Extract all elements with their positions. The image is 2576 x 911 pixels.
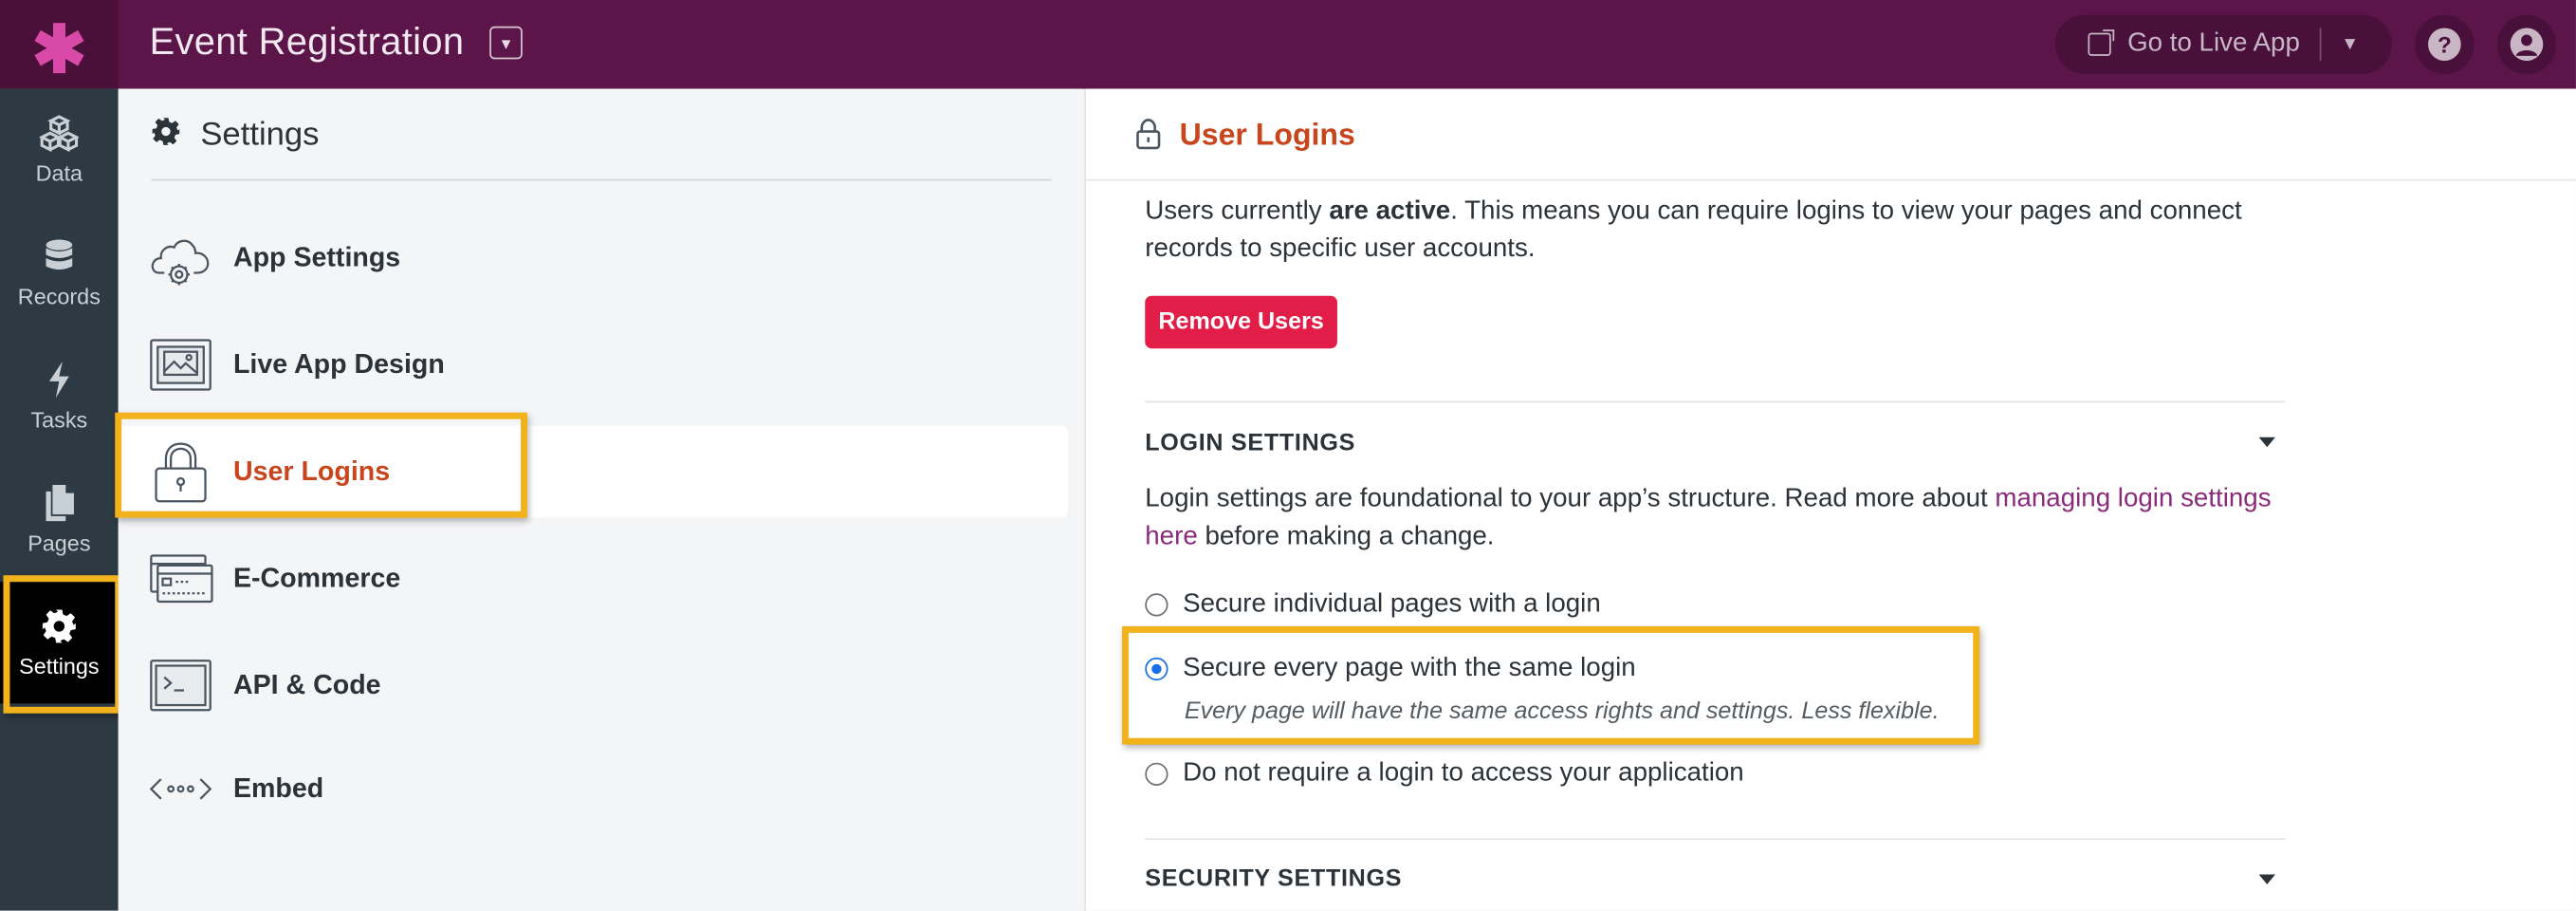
rail-item-label: Data	[35, 160, 83, 186]
user-logins-content: User Logins Users currently are active. …	[1085, 88, 2576, 911]
radio-button[interactable]	[1145, 593, 1168, 617]
app-logo[interactable]: ✱	[0, 0, 119, 89]
settings-item-live-app-design[interactable]: Live App Design	[119, 319, 1084, 411]
settings-item-embed[interactable]: Embed	[119, 743, 1084, 835]
remove-users-button[interactable]: Remove Users	[1145, 295, 1337, 349]
settings-item-label: Live App Design	[232, 349, 445, 380]
collapse-caret-icon[interactable]	[2258, 874, 2275, 884]
image-frame-icon	[150, 339, 212, 391]
settings-item-e-commerce[interactable]: E-Commerce	[119, 532, 1084, 624]
description-text: Login settings are foundational to your …	[1145, 484, 1996, 513]
caret-down-icon[interactable]: ▼	[2341, 34, 2359, 54]
settings-item-label: App Settings	[232, 242, 401, 272]
description-text-end: before making a change.	[1197, 522, 1495, 551]
top-bar: ✱ Event Registration ▾ Go to Live App ▼ …	[0, 0, 2576, 89]
gear-icon	[151, 117, 180, 155]
credit-card-icon	[150, 554, 213, 604]
go-to-live-app-label: Go to Live App	[2127, 29, 2300, 58]
option-secure-individual-pages[interactable]: Secure individual pages with a login	[1145, 589, 1601, 620]
login-settings-heading[interactable]: LOGIN SETTINGS	[1145, 431, 1355, 457]
users-status-text: Users currently are active. This means y…	[1145, 193, 2294, 269]
option-label: Do not require a login to access your ap…	[1183, 759, 1744, 788]
settings-highlight-box	[3, 575, 122, 714]
settings-panel-header: Settings	[151, 117, 319, 155]
padlock-icon	[1136, 119, 1161, 150]
external-link-icon	[2088, 29, 2115, 56]
left-nav-rail: Data Records Tasks Pages Settings	[0, 88, 119, 911]
cloud-gear-icon	[151, 239, 210, 286]
account-button[interactable]	[2496, 14, 2557, 74]
terminal-icon	[150, 660, 212, 712]
status-prefix: Users currently	[1145, 196, 1330, 226]
asterisk-logo-icon: ✱	[31, 14, 87, 87]
secure-every-page-highlight-box	[1122, 625, 1980, 745]
settings-panel-title: Settings	[200, 116, 320, 154]
collapse-caret-icon[interactable]	[2258, 437, 2275, 448]
help-icon: ?	[2428, 28, 2461, 62]
radio-button[interactable]	[1145, 762, 1168, 786]
button-divider	[2319, 28, 2322, 62]
login-settings-description: Login settings are foundational to your …	[1145, 480, 2294, 556]
chevron-down-icon: ▾	[501, 33, 511, 54]
settings-item-label: Embed	[232, 772, 324, 804]
user-logins-highlight-box	[115, 412, 528, 518]
divider	[151, 178, 1052, 181]
divider	[1145, 838, 2286, 841]
embed-code-icon	[149, 778, 212, 800]
go-to-live-app-button[interactable]: Go to Live App ▼	[2054, 14, 2392, 74]
content-header: User Logins	[1085, 88, 2576, 181]
lightning-icon	[45, 359, 74, 401]
app-switcher-dropdown[interactable]: ▾	[489, 26, 523, 60]
content-title: User Logins	[1179, 116, 1355, 152]
rail-item-records[interactable]: Records	[0, 212, 119, 333]
divider	[1145, 400, 2286, 403]
status-bold: are active	[1329, 196, 1451, 226]
cubes-icon	[39, 112, 80, 155]
rail-item-label: Pages	[28, 530, 91, 556]
rail-item-pages[interactable]: Pages	[0, 458, 119, 580]
security-settings-heading[interactable]: SECURITY SETTINGS	[1145, 866, 1402, 893]
option-label: Secure individual pages with a login	[1183, 589, 1601, 619]
option-no-login[interactable]: Do not require a login to access your ap…	[1145, 759, 1744, 789]
help-button[interactable]: ?	[2415, 14, 2475, 74]
settings-item-label: API & Code	[232, 669, 381, 700]
rail-item-label: Records	[17, 284, 101, 309]
settings-item-api-code[interactable]: API & Code	[119, 640, 1084, 732]
rail-item-label: Tasks	[30, 407, 88, 433]
settings-item-app-settings[interactable]: App Settings	[119, 212, 1084, 304]
database-icon	[41, 235, 77, 278]
rail-item-data[interactable]: Data	[0, 89, 119, 211]
settings-item-label: E-Commerce	[232, 563, 401, 593]
user-avatar-icon	[2510, 28, 2544, 62]
rail-item-tasks[interactable]: Tasks	[0, 335, 119, 456]
app-title: Event Registration	[149, 19, 465, 63]
pages-icon	[43, 482, 76, 525]
